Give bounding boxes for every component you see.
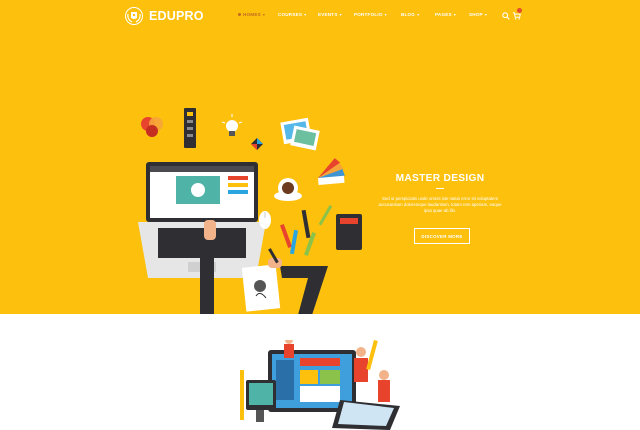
nav-label: COURSES [278, 12, 303, 17]
nav-label: EVENTS [318, 12, 338, 17]
drawing-sheet-icon [241, 264, 281, 312]
chevron-down-icon: ▾ [384, 12, 387, 17]
computer-mouse-icon [259, 211, 271, 229]
color-swatch-icon [318, 158, 345, 185]
nav-label: SHOP [469, 12, 483, 17]
chevron-down-icon: ▾ [453, 12, 456, 17]
site-header: EDUPRO HOMES ▾ COURSES ▾ EVENTS ▾ PORTFOLIO… [0, 0, 640, 32]
search-icon[interactable] [502, 12, 510, 20]
nav-item-events[interactable]: EVENTS ▾ [318, 12, 342, 17]
brand-name: EDUPRO [149, 9, 204, 23]
light-bulb-icon [221, 114, 243, 136]
nav-item-homes[interactable]: HOMES ▾ [238, 12, 265, 17]
notebook-icon [336, 214, 362, 250]
site-logo[interactable]: EDUPRO [124, 6, 204, 26]
nav-item-portfolio[interactable]: PORTFOLIO ▾ [354, 12, 387, 17]
nav-label: BLOG [401, 12, 416, 17]
nav-item-courses[interactable]: COURSES ▾ [278, 12, 306, 17]
discover-more-button[interactable]: DISCOVER MORE [414, 228, 470, 244]
nav-label: PAGES [435, 12, 452, 17]
design-workspace-illustration [138, 108, 362, 314]
nav-item-shop[interactable]: SHOP ▾ [469, 12, 487, 17]
nav-label: HOMES [243, 12, 261, 17]
title-divider [436, 188, 444, 189]
nav-item-pages[interactable]: PAGES ▾ [435, 12, 456, 17]
tool-palette-icon [184, 108, 196, 148]
slide-title: MASTER DESIGN [395, 173, 485, 184]
chevron-down-icon: ▾ [304, 12, 307, 17]
chevron-down-icon: ▾ [262, 12, 266, 17]
nav-item-blog[interactable]: BLOG ▾ [401, 12, 419, 17]
slide-description: Sed ut perspiciatis unde omnis iste natu… [378, 196, 502, 213]
rotated-square-icon [251, 138, 263, 150]
pencils-icon [280, 204, 333, 256]
hero-slider: EDUPRO HOMES ▾ COURSES ▾ EVENTS ▾ PORTFOLIO… [0, 0, 640, 314]
nav-label: PORTFOLIO [354, 12, 383, 17]
laurel-crest-icon [125, 7, 143, 25]
chevron-down-icon: ▾ [339, 12, 342, 17]
coffee-cup-icon [274, 178, 302, 201]
chevron-down-icon: ▾ [417, 12, 420, 17]
photo-prints-icon [280, 117, 320, 151]
color-circles-icon [141, 117, 163, 137]
chevron-down-icon: ▾ [484, 12, 488, 17]
cart-count-badge [517, 8, 522, 13]
team-workspace-illustration [240, 340, 400, 430]
